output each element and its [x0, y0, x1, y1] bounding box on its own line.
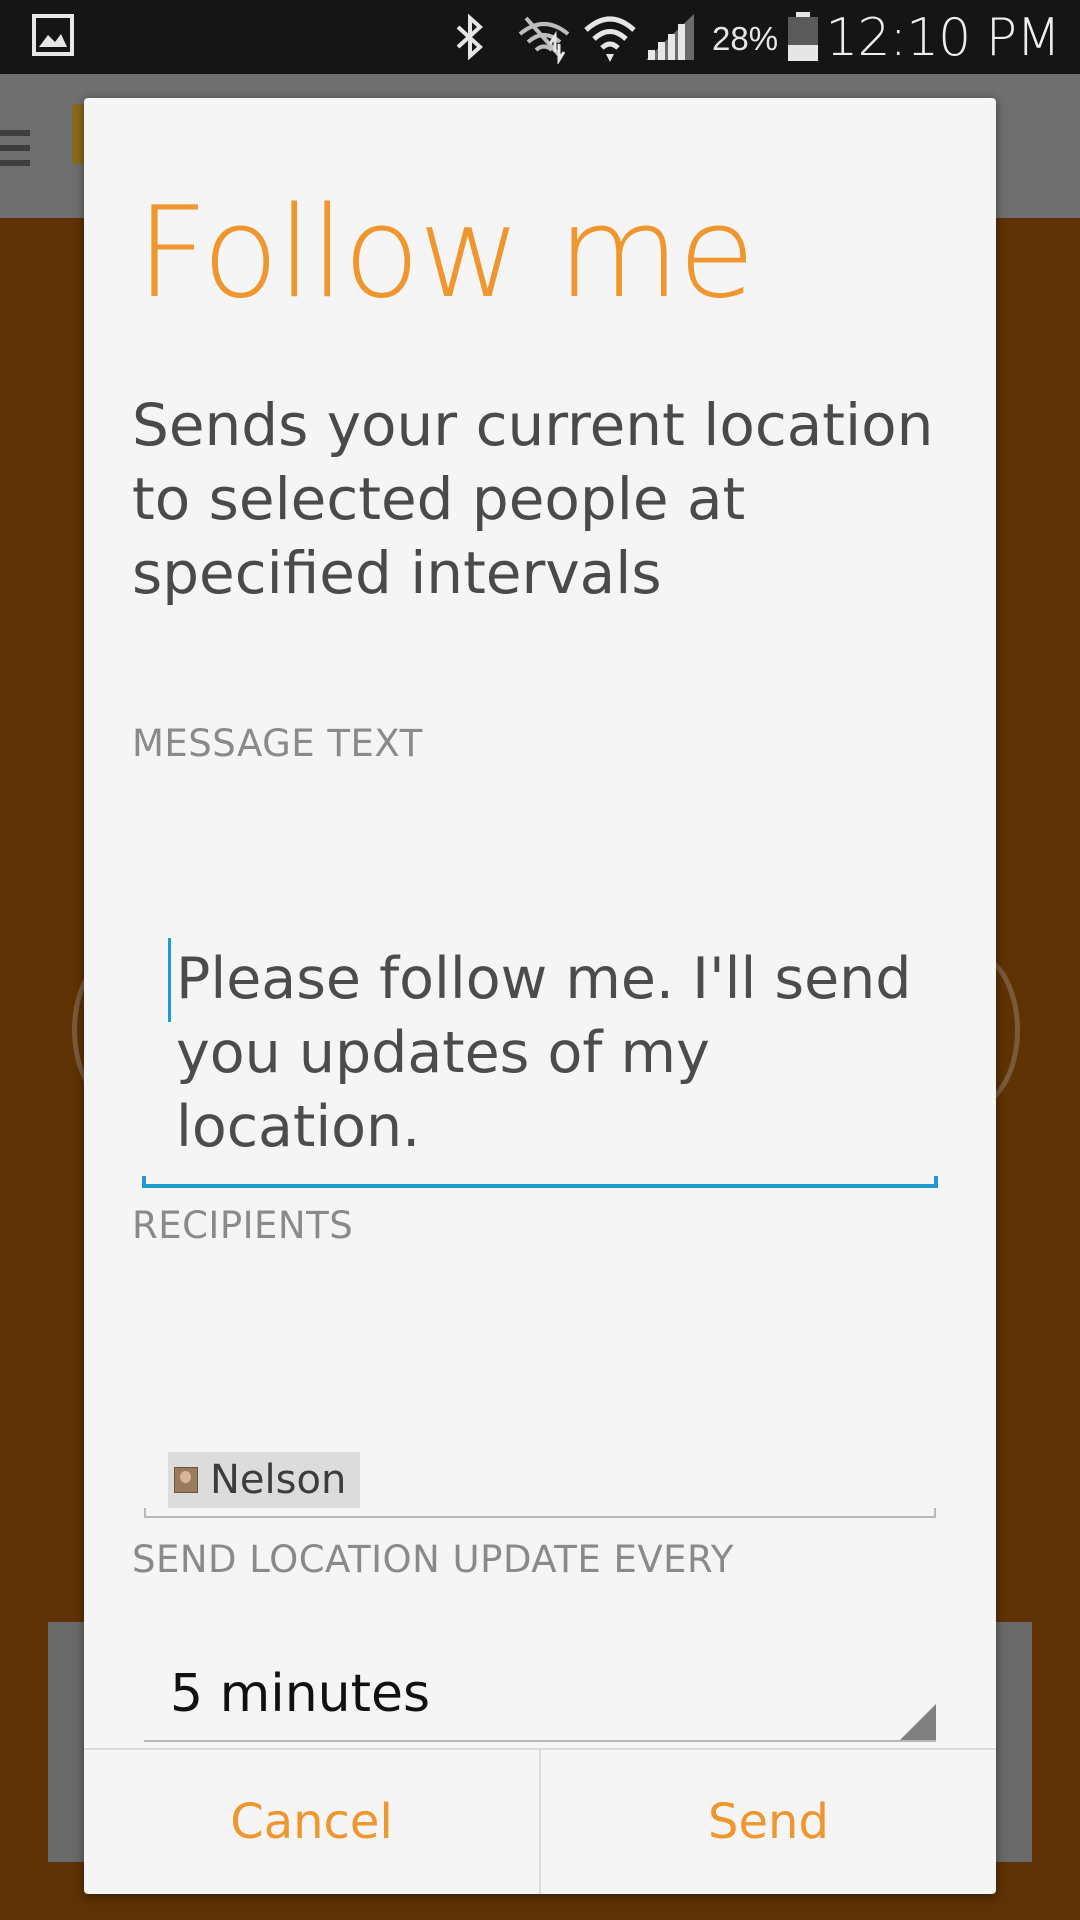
dialog-title: Follow me [136, 179, 756, 326]
avatar [174, 1467, 198, 1493]
background-panel-right [990, 1622, 1032, 1862]
dialog-button-bar: Cancel Send [84, 1748, 996, 1894]
status-bar: 28% 12:10 PM [0, 0, 1080, 74]
recipient-name: Nelson [210, 1457, 347, 1503]
follow-me-dialog: Follow me Sends your current location to… [84, 98, 996, 1894]
gallery-icon [32, 14, 74, 61]
recipients-field[interactable]: Nelson [144, 1348, 936, 1518]
clock: 12:10 PM [825, 8, 1061, 68]
recipients-label: RECIPIENTS [132, 1204, 354, 1247]
battery-percent: 28% [712, 20, 779, 57]
menu-icon [0, 130, 30, 166]
dialog-description: Sends your current location to selected … [132, 391, 934, 607]
message-text-value[interactable]: Please follow me. I'll send you updates … [176, 942, 916, 1164]
send-button[interactable]: Send [541, 1750, 996, 1894]
recipient-chip[interactable]: Nelson [168, 1452, 361, 1508]
cancel-button[interactable]: Cancel [84, 1750, 539, 1894]
signal-icon [644, 12, 696, 67]
message-text-label: MESSAGE TEXT [132, 722, 423, 765]
bluetooth-icon [450, 13, 490, 65]
interval-value: 5 minutes [170, 1664, 431, 1724]
interval-label: SEND LOCATION UPDATE EVERY [132, 1538, 734, 1581]
message-text-field[interactable]: Please follow me. I'll send you updates … [142, 838, 938, 1188]
battery-icon [786, 12, 820, 67]
dropdown-arrow-icon [900, 1704, 936, 1740]
text-cursor [168, 938, 171, 1022]
wifi-icon [582, 10, 638, 69]
wifi-mute-icon [516, 12, 572, 69]
interval-spinner[interactable]: 5 minutes [144, 1658, 936, 1742]
